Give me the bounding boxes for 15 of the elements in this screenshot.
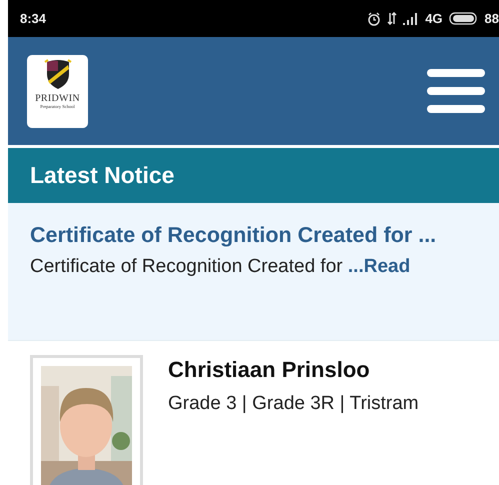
- logo-title: PRIDWIN: [35, 92, 80, 104]
- student-name: Christiaan Prinsloo: [168, 357, 371, 383]
- student-details: Grade 3 | Grade 3R | Tristram: [168, 393, 419, 415]
- read-more-link[interactable]: ...Read: [348, 256, 410, 277]
- section-title: Latest Notice: [30, 162, 174, 189]
- battery-percent: 88: [484, 11, 499, 26]
- signal-icon: [403, 12, 420, 24]
- notice-excerpt: Certificate of Recognition Created for ...Read: [30, 256, 410, 278]
- data-arrows-icon: [387, 12, 398, 25]
- battery-icon: [448, 12, 479, 25]
- alarm-icon: [367, 12, 382, 26]
- network-type: 4G: [425, 11, 443, 26]
- clock-time: 8:34: [20, 11, 46, 26]
- notice-title[interactable]: Certificate of Recognition Created for ...: [30, 223, 436, 248]
- crest-icon: [44, 58, 72, 90]
